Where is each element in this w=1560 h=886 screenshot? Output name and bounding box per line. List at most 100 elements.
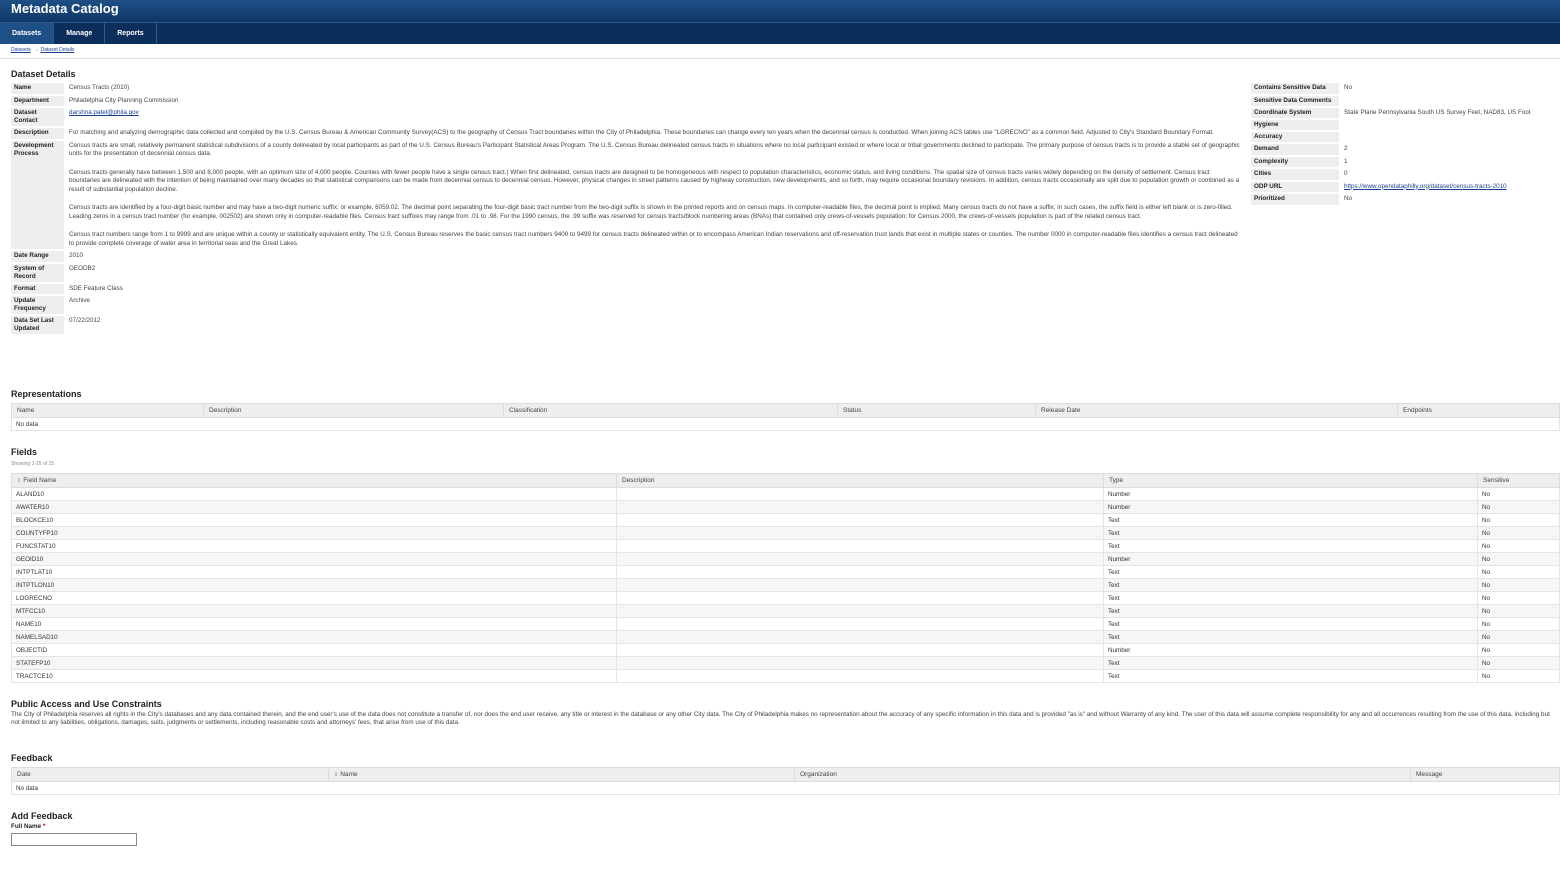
detail-value: Census Tracts (2010) — [69, 84, 130, 91]
detail-label: ODP URL — [1251, 181, 1339, 192]
nav-reports[interactable]: Reports — [105, 23, 157, 44]
cell-sensitive: No — [1477, 604, 1560, 618]
detail-row-prioritized: Prioritized No — [1251, 194, 1551, 205]
breadcrumb: Datasets → Dataset Details — [0, 44, 1560, 59]
cell-sensitive: No — [1477, 552, 1560, 566]
detail-row-coordinate-system: Coordinate System State Plane Pennsylvani… — [1251, 107, 1551, 118]
cell-field-name: STATEFP10 — [11, 656, 617, 670]
cell-type: Text — [1103, 617, 1478, 631]
feedback-col-organization[interactable]: Organization — [794, 767, 1411, 782]
detail-label: Accuracy — [1251, 132, 1339, 142]
detail-value: 2 — [1344, 145, 1348, 152]
table-row[interactable]: INTPTLON10 Text No — [11, 578, 1560, 592]
representations-col-endpoints[interactable]: Endpoints — [1397, 403, 1560, 418]
detail-row-department: Department Philadelphia City Planning Com… — [11, 95, 1246, 106]
fields-col-field-name[interactable]: ⇕ Field Name — [11, 473, 617, 488]
detail-link[interactable]: darshna.patel@phila.gov — [69, 109, 139, 116]
cell-sensitive: No — [1477, 643, 1560, 657]
cell-description — [616, 526, 1104, 540]
cell-type: Text — [1103, 630, 1478, 644]
cell-type: Text — [1103, 513, 1478, 527]
table-row[interactable]: STATEFP10 Text No — [11, 656, 1560, 670]
detail-value: Philadelphia City Planning Commission — [69, 96, 179, 104]
feedback-col-message[interactable]: Message — [1410, 767, 1560, 782]
detail-value: 0 — [1344, 170, 1348, 177]
cell-type: Number — [1103, 552, 1478, 566]
cell-type: Number — [1103, 487, 1478, 501]
cell-sensitive: No — [1477, 513, 1560, 527]
cell-description — [616, 552, 1104, 566]
table-row[interactable]: INTPTLAT10 Text No — [11, 565, 1560, 579]
table-row[interactable]: BLOCKCE10 Text No — [11, 513, 1560, 527]
cell-sensitive: No — [1477, 539, 1560, 553]
cell-field-name: NAMELSAD10 — [11, 630, 617, 644]
table-row[interactable]: ALAND10 Number No — [11, 487, 1560, 501]
fields-col-sensitive[interactable]: Sensitive — [1477, 473, 1560, 488]
detail-value: darshna.patel@phila.gov — [64, 108, 1246, 126]
detail-value: For matching and analyzing demographic d… — [69, 129, 1214, 136]
detail-row-data-set-last-updated: Data Set Last Updated 07/22/2012 — [11, 316, 1246, 334]
table-row[interactable]: COUNTYFP10 Text No — [11, 526, 1560, 540]
detail-value: Census tracts are small, relatively perm… — [64, 141, 1246, 250]
table-row[interactable]: MTFCC10 Text No — [11, 604, 1560, 618]
cell-field-name: INTPTLAT10 — [11, 565, 617, 579]
representations-col-release-date[interactable]: Release Date — [1035, 403, 1398, 418]
detail-row-system-of-record: System of Record GEODB2 — [11, 263, 1246, 282]
feedback-empty: No data — [11, 781, 1560, 795]
table-row[interactable]: AWATER10 Number No — [11, 500, 1560, 514]
cell-field-name: TRACTCE10 — [11, 669, 617, 683]
detail-value: SDE Feature Class — [69, 284, 123, 292]
breadcrumb-dataset-details-link[interactable]: Dataset Details — [41, 47, 75, 53]
representations-col-status[interactable]: Status — [837, 403, 1036, 418]
representations-col-name[interactable]: Name — [11, 403, 204, 418]
feedback-col-name[interactable]: ⇕ Name — [328, 767, 795, 782]
detail-label: Development Process — [11, 140, 64, 249]
table-row[interactable]: TRACTCE10 Text No — [11, 669, 1560, 683]
paragraph: Census tract numbers range from 1 to 999… — [69, 231, 1238, 247]
nav-datasets[interactable]: Datasets — [0, 23, 55, 44]
fields-col-type[interactable]: Type — [1103, 473, 1478, 488]
detail-link[interactable]: https://www.opendataphilly.org/dataset/c… — [1344, 183, 1507, 190]
cell-sensitive: No — [1477, 617, 1560, 631]
table-row[interactable]: OBJECTID Number No — [11, 643, 1560, 657]
cell-description — [616, 591, 1104, 605]
detail-row-demand: Demand 2 — [1251, 144, 1551, 155]
cell-description — [616, 500, 1104, 514]
cell-field-name: ALAND10 — [11, 487, 617, 501]
fields-col-description[interactable]: Description — [616, 473, 1104, 488]
cell-field-name: BLOCKCE10 — [11, 513, 617, 527]
nav-manage[interactable]: Manage — [54, 23, 106, 44]
table-row[interactable]: NAME10 Text No — [11, 617, 1560, 631]
table-row[interactable]: GEOID10 Number No — [11, 552, 1560, 566]
detail-row-date-range: Date Range 2010 — [11, 251, 1246, 262]
detail-label: Description — [11, 128, 64, 139]
cell-type: Text — [1103, 565, 1478, 579]
table-row[interactable]: FUNCSTAT10 Text No — [11, 539, 1560, 553]
representations-col-classification[interactable]: Classification — [503, 403, 838, 418]
detail-label: Date Range — [11, 251, 64, 262]
full-name-label: Full Name * — [11, 823, 46, 830]
detail-value: No — [1344, 195, 1353, 202]
detail-label: Name — [11, 83, 64, 94]
feedback-col-date[interactable]: Date — [11, 767, 329, 782]
constraints-text: The City of Philadelphia reserves all ri… — [11, 711, 1550, 726]
representations-col-description[interactable]: Description — [203, 403, 504, 418]
detail-row-contains-sensitive-data: Contains Sensitive Data No — [1251, 83, 1551, 94]
detail-label: Hygiene — [1251, 120, 1339, 130]
representations-heading: Representations — [11, 389, 82, 399]
detail-row-sensitive-data-comments: Sensitive Data Comments — [1251, 95, 1551, 106]
cell-sensitive: No — [1477, 578, 1560, 592]
detail-label: Sensitive Data Comments — [1251, 95, 1339, 106]
breadcrumb-datasets-link[interactable]: Datasets — [11, 47, 31, 53]
detail-value: State Plane Pennsylvania South US Survey… — [1344, 108, 1531, 116]
detail-label: Prioritized — [1251, 194, 1339, 205]
cell-field-name: FUNCSTAT10 — [11, 539, 617, 553]
cell-type: Text — [1103, 591, 1478, 605]
cell-description — [616, 643, 1104, 657]
table-row[interactable]: LOGRECNO Text No — [11, 591, 1560, 605]
full-name-input[interactable] — [11, 833, 137, 846]
details-right-column: Contains Sensitive Data No Sensitive Data … — [1251, 83, 1551, 207]
detail-row-hygiene: Hygiene — [1251, 120, 1551, 130]
cell-field-name: LOGRECNO — [11, 591, 617, 605]
table-row[interactable]: NAMELSAD10 Text No — [11, 630, 1560, 644]
